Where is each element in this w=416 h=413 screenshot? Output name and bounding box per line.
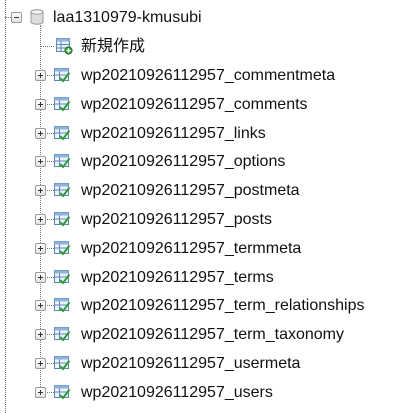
table-label[interactable]: wp20210926112957_terms	[81, 268, 274, 288]
expand-plus-icon[interactable]	[35, 243, 46, 254]
table-label[interactable]: wp20210926112957_users	[81, 383, 273, 403]
table-label[interactable]: wp20210926112957_usermeta	[81, 354, 300, 374]
table-row[interactable]: wp20210926112957_options	[0, 149, 416, 173]
table-label[interactable]: wp20210926112957_term_taxonomy	[81, 325, 344, 345]
expand-plus-icon[interactable]	[35, 329, 46, 340]
table-icon	[54, 154, 71, 169]
expand-plus-icon[interactable]	[35, 300, 46, 311]
new-item-connector	[40, 46, 54, 47]
table-row[interactable]: wp20210926112957_comments	[0, 92, 416, 116]
table-label[interactable]: wp20210926112957_termmeta	[81, 239, 301, 259]
table-label[interactable]: wp20210926112957_commentmeta	[81, 66, 335, 86]
expand-plus-icon[interactable]	[35, 358, 46, 369]
table-row[interactable]: wp20210926112957_posts	[0, 207, 416, 231]
table-icon	[54, 97, 71, 112]
table-label[interactable]: wp20210926112957_posts	[81, 210, 272, 230]
table-label[interactable]: wp20210926112957_term_relationships	[81, 296, 364, 316]
table-icon	[54, 126, 71, 141]
table-row[interactable]: wp20210926112957_term_taxonomy	[0, 322, 416, 346]
new-table-row[interactable]: 新規作成	[0, 34, 416, 58]
table-icon	[54, 241, 71, 256]
table-row[interactable]: wp20210926112957_postmeta	[0, 178, 416, 202]
table-row[interactable]: wp20210926112957_usermeta	[0, 351, 416, 375]
table-icon	[54, 298, 71, 313]
table-row[interactable]: wp20210926112957_links	[0, 121, 416, 145]
expand-plus-icon[interactable]	[35, 387, 46, 398]
table-icon	[54, 356, 71, 371]
table-icon	[54, 327, 71, 342]
expand-plus-icon[interactable]	[35, 156, 46, 167]
expand-plus-icon[interactable]	[35, 214, 46, 225]
table-row[interactable]: wp20210926112957_users	[0, 380, 416, 404]
table-label[interactable]: wp20210926112957_postmeta	[81, 181, 300, 201]
table-row[interactable]: wp20210926112957_terms	[0, 265, 416, 289]
table-icon	[54, 68, 71, 83]
tree-root-row[interactable]: laa1310979-kmusubi	[0, 5, 416, 29]
new-table-label[interactable]: 新規作成	[81, 37, 145, 57]
table-row[interactable]: wp20210926112957_term_relationships	[0, 293, 416, 317]
table-row[interactable]: wp20210926112957_termmeta	[0, 236, 416, 260]
collapse-minus-icon[interactable]	[11, 12, 22, 23]
expand-plus-icon[interactable]	[35, 272, 46, 283]
table-icon	[54, 183, 71, 198]
table-label[interactable]: wp20210926112957_options	[81, 152, 285, 172]
database-icon	[30, 9, 44, 25]
expand-plus-icon[interactable]	[35, 185, 46, 196]
table-icon	[54, 385, 71, 400]
table-row[interactable]: wp20210926112957_commentmeta	[0, 63, 416, 87]
expand-plus-icon[interactable]	[35, 99, 46, 110]
root-label[interactable]: laa1310979-kmusubi	[53, 8, 202, 28]
new-table-icon	[56, 38, 73, 55]
table-label[interactable]: wp20210926112957_links	[81, 124, 266, 144]
table-icon	[54, 212, 71, 227]
expand-plus-icon[interactable]	[35, 128, 46, 139]
table-icon	[54, 270, 71, 285]
expand-plus-icon[interactable]	[35, 70, 46, 81]
table-label[interactable]: wp20210926112957_comments	[81, 95, 308, 115]
